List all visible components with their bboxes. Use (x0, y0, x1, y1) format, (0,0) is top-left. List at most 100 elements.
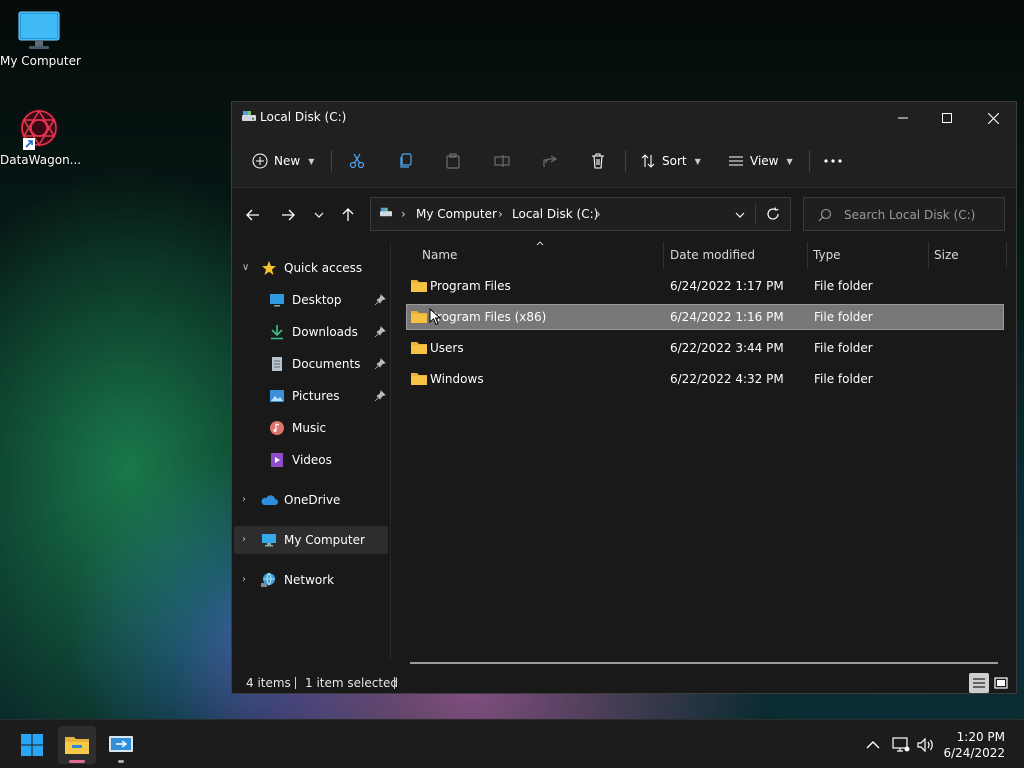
refresh-icon[interactable] (766, 207, 780, 221)
network-status-icon[interactable] (892, 737, 910, 753)
breadcrumb-separator[interactable]: › (401, 207, 406, 221)
file-name: Users (430, 341, 464, 355)
rename-icon (494, 155, 510, 167)
recent-locations-button[interactable] (308, 205, 330, 225)
status-bar: 4 items 1 item selected (232, 672, 1016, 694)
desktop-icon-datawagon[interactable]: DataWagon... (0, 105, 81, 167)
sidebar-item-downloads[interactable]: Downloads (268, 318, 386, 346)
expand-chevron-icon[interactable]: › (242, 534, 246, 545)
status-divider (394, 677, 395, 689)
horizontal-scrollbar[interactable] (410, 662, 998, 664)
column-header-name[interactable]: Name (422, 248, 457, 262)
star-icon (260, 259, 278, 277)
sidebar-item-desktop[interactable]: Desktop (268, 286, 386, 314)
copy-button[interactable] (398, 145, 414, 177)
search-icon (818, 208, 832, 222)
tiles-view-button[interactable] (991, 673, 1011, 693)
paste-button[interactable] (445, 145, 461, 177)
table-row[interactable]: Users 6/22/2022 3:44 PM File folder (406, 335, 1004, 361)
column-header-type[interactable]: Type (813, 248, 841, 262)
forward-button[interactable] (277, 205, 299, 225)
sidebar-item-documents[interactable]: Documents (268, 350, 386, 378)
column-divider[interactable] (807, 242, 808, 268)
show-hidden-icons-chevron-icon[interactable] (866, 740, 880, 750)
address-bar[interactable]: › My Computer › Local Disk (C:) › (370, 197, 791, 231)
scissors-icon (349, 153, 365, 169)
file-date: 6/24/2022 1:17 PM (670, 279, 784, 293)
downloads-icon (268, 323, 286, 341)
sidebar-item-videos[interactable]: Videos (268, 446, 386, 474)
file-type: File folder (814, 341, 873, 355)
folder-icon (65, 737, 89, 754)
sidebar-item-quick-access[interactable]: Quick access (260, 254, 388, 282)
details-view-button[interactable] (969, 673, 989, 693)
folder-icon (411, 280, 427, 292)
expand-chevron-icon[interactable]: › (242, 574, 246, 585)
sidebar-item-label: OneDrive (284, 493, 341, 507)
back-button[interactable] (242, 205, 264, 225)
table-row[interactable]: Program Files 6/24/2022 1:17 PM File fol… (406, 273, 1004, 299)
taskbar-file-explorer[interactable] (58, 726, 96, 764)
new-button[interactable]: New ▼ (252, 145, 314, 177)
expand-chevron-icon[interactable]: › (242, 494, 246, 505)
folder-icon (411, 311, 427, 323)
chevron-down-icon: ▼ (308, 156, 315, 166)
column-header-row: Name Date modified Type Size (392, 241, 1016, 268)
view-button[interactable]: View ▼ (728, 145, 793, 177)
delete-button[interactable] (590, 145, 606, 177)
table-row-selected[interactable]: Program Files (x86) 6/24/2022 1:16 PM Fi… (406, 304, 1004, 330)
start-button[interactable] (13, 726, 51, 764)
pane-splitter[interactable] (390, 242, 391, 660)
breadcrumb-my-computer[interactable]: My Computer (416, 207, 497, 221)
table-row[interactable]: Windows 6/22/2022 4:32 PM File folder (406, 366, 1004, 392)
taskbar-remote-app[interactable] (102, 726, 140, 764)
breadcrumb-local-disk[interactable]: Local Disk (C:) (512, 207, 598, 221)
pictures-icon (268, 387, 286, 405)
sidebar-item-label: Downloads (292, 325, 358, 339)
column-divider[interactable] (1006, 242, 1007, 268)
sidebar-item-label: Pictures (292, 389, 340, 403)
system-clock[interactable]: 1:20 PM 6/24/2022 (943, 729, 1005, 761)
column-divider[interactable] (928, 242, 929, 268)
sort-button[interactable]: Sort ▼ (640, 145, 701, 177)
mouse-cursor-icon (429, 308, 441, 326)
arrow-up-icon (342, 208, 354, 221)
item-count: 4 items (246, 676, 291, 690)
breadcrumb-separator[interactable]: › (498, 207, 503, 221)
close-button[interactable] (970, 102, 1016, 134)
minimize-button[interactable] (880, 102, 926, 134)
sort-ascending-icon (536, 241, 544, 246)
column-divider[interactable] (663, 242, 664, 268)
up-button[interactable] (337, 205, 359, 225)
rename-button[interactable] (494, 145, 510, 177)
pin-icon[interactable] (374, 294, 386, 306)
chevron-down-icon: ▼ (786, 156, 793, 166)
collapse-chevron-icon[interactable]: ∨ (242, 262, 249, 273)
search-box[interactable]: Search Local Disk (C:) (803, 197, 1005, 231)
share-button[interactable] (542, 145, 558, 177)
pin-icon[interactable] (374, 326, 386, 338)
folder-icon (411, 373, 427, 385)
desktop-icon-my-computer[interactable]: My Computer (0, 10, 81, 68)
sidebar-item-network[interactable]: Network (260, 566, 388, 594)
chevron-down-icon[interactable] (735, 212, 745, 218)
sidebar-item-label: Network (284, 573, 335, 587)
sidebar-item-pictures[interactable]: Pictures (268, 382, 386, 410)
column-header-size[interactable]: Size (934, 248, 959, 262)
pin-icon[interactable] (374, 358, 386, 370)
column-header-date-modified[interactable]: Date modified (670, 248, 755, 262)
breadcrumb-separator[interactable]: › (596, 207, 601, 221)
toolbar-divider (809, 150, 810, 172)
volume-icon[interactable] (917, 737, 935, 753)
remote-desktop-icon (109, 736, 133, 752)
cut-button[interactable] (349, 145, 365, 177)
title-bar[interactable]: Local Disk (C:) (232, 102, 1016, 134)
maximize-button[interactable] (924, 102, 970, 134)
pin-icon[interactable] (374, 390, 386, 402)
more-options-button[interactable] (824, 145, 842, 177)
sidebar-item-music[interactable]: Music (268, 414, 386, 442)
chevron-down-icon (314, 212, 324, 218)
sidebar-item-my-computer[interactable]: My Computer (260, 526, 388, 554)
monitor-icon (260, 531, 278, 549)
sidebar-item-onedrive[interactable]: OneDrive (260, 486, 388, 514)
